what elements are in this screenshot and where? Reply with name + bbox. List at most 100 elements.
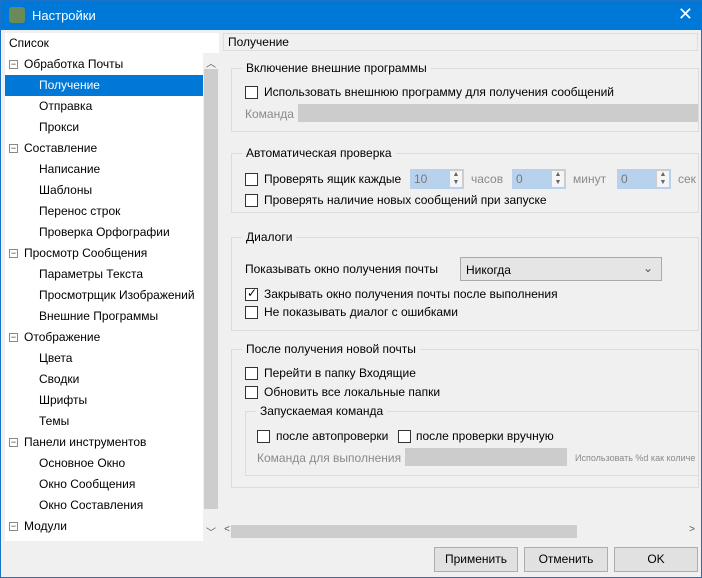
tree-item-label: Цвета [39, 351, 73, 365]
tree-item-label: Отображение [24, 330, 101, 344]
tree-item[interactable]: Сводки [5, 369, 203, 390]
tree-item[interactable]: Отправка [5, 96, 203, 117]
group-title: После получения новой почты [242, 342, 420, 356]
scroll-down-icon[interactable]: ﹀ [203, 524, 219, 539]
tree-item-label: Панели инструментов [24, 435, 147, 449]
tree-item-label: Окно Составления [39, 498, 144, 512]
collapse-icon[interactable]: − [9, 333, 18, 342]
hours-spinbox[interactable]: 10 ▲ ▼ [410, 169, 464, 189]
scroll-right-icon[interactable]: > [684, 524, 700, 535]
minutes-label: минут [573, 172, 607, 186]
tree-item[interactable]: Перенос строк [5, 201, 203, 222]
group-title: Включение внешние программы [242, 61, 431, 75]
spin-arrows-icon[interactable]: ▲ ▼ [551, 170, 565, 188]
tree-item[interactable]: Окно Сообщения [5, 474, 203, 495]
tree-item-label: Прокси [39, 120, 80, 134]
tree-item-label: Обработка Почты [24, 57, 124, 71]
check-on-start-label: Проверять наличие новых сообщений при за… [264, 193, 547, 207]
close-button[interactable]: ✕ [678, 4, 693, 25]
run-command-hint: Использовать %d как количе [575, 453, 696, 463]
ok-button[interactable]: OK [614, 547, 698, 572]
apply-button[interactable]: Применить [434, 547, 518, 572]
tree-item-label: Составление [24, 141, 98, 155]
collapse-icon[interactable]: − [9, 438, 18, 447]
tree-group[interactable]: − Панели инструментов [5, 432, 203, 453]
tree-item-label: Получение [39, 78, 100, 92]
after-auto-checkbox[interactable] [257, 430, 270, 443]
external-programs-group: Включение внешние программы [231, 61, 699, 132]
tree-item-label: Написание [39, 162, 101, 176]
tree-item-label: Модули [24, 519, 67, 533]
run-command-input[interactable] [405, 448, 567, 466]
after-manual-checkbox[interactable] [398, 430, 411, 443]
tree-group[interactable]: − Составление [5, 138, 203, 159]
close-after-label: Закрывать окно получения почты после вып… [264, 287, 558, 301]
collapse-icon[interactable]: − [9, 60, 18, 69]
seconds-label: сек [678, 172, 696, 186]
use-external-checkbox[interactable] [245, 86, 258, 99]
run-command-group: Запускаемая команда [245, 404, 699, 476]
tree-item[interactable]: Получение [5, 75, 203, 96]
tree-header: Список [9, 36, 49, 50]
window-title: Настройки [32, 8, 96, 23]
tree-item[interactable]: Просмотрщик Изображений [5, 285, 203, 306]
horizontal-scrollbar[interactable]: < > [223, 523, 698, 540]
tree-scrollbar[interactable]: ︿ ﹀ [203, 53, 219, 541]
tree-item[interactable]: Написание [5, 159, 203, 180]
tree-item[interactable]: Шаблоны [5, 180, 203, 201]
tree-item[interactable]: Темы [5, 411, 203, 432]
tree-item[interactable]: Параметры Текста [5, 264, 203, 285]
tree-item-label: Шрифты [39, 393, 88, 407]
collapse-icon[interactable]: − [9, 249, 18, 258]
tree-item-label: Окно Сообщения [39, 477, 136, 491]
no-error-dialog-label: Не показывать диалог с ошибками [264, 305, 459, 319]
tree-item-label: Темы [39, 414, 70, 428]
scroll-thumb[interactable] [204, 69, 218, 509]
tree-item[interactable]: Основное Окно [5, 453, 203, 474]
tree-item[interactable]: Шрифты [5, 390, 203, 411]
tree-item-label: Внешние Программы [39, 309, 159, 323]
check-every-checkbox[interactable] [245, 173, 258, 186]
cancel-button[interactable]: Отменить [524, 547, 608, 572]
collapse-icon[interactable]: − [9, 144, 18, 153]
hours-value: 10 [414, 172, 428, 186]
tree-item[interactable]: Проверка Орфографии [5, 222, 203, 243]
tree-group[interactable]: − Модули [5, 516, 203, 537]
settings-tree[interactable]: Список − Обработка Почты Получение Отправка… [5, 33, 219, 541]
scroll-thumb[interactable] [231, 525, 577, 538]
after-manual-label: после проверки вручную [416, 429, 554, 443]
tree-group[interactable]: − Обработка Почты [5, 54, 203, 75]
spin-arrows-icon[interactable]: ▲ ▼ [449, 170, 463, 188]
show-window-select[interactable]: Никогда ⌄ [460, 257, 662, 281]
no-error-dialog-checkbox[interactable] [245, 306, 258, 319]
minutes-value: 0 [516, 172, 523, 186]
close-after-checkbox[interactable] [245, 286, 258, 301]
use-external-label: Использовать внешнюю программу для получ… [264, 85, 614, 99]
tree-group[interactable]: − Отображение [5, 327, 203, 348]
chevron-down-icon: ⌄ [642, 261, 653, 275]
run-command-label: Команда для выполнения [257, 451, 402, 465]
tree-item[interactable]: Внешние Программы [5, 306, 203, 327]
minutes-spinbox[interactable]: 0 ▲ ▼ [512, 169, 566, 189]
tree-item-label: Сводки [39, 372, 80, 386]
command-input[interactable] [298, 104, 698, 122]
tree-item[interactable]: Прокси [5, 117, 203, 138]
go-inbox-checkbox[interactable] [245, 367, 258, 380]
tree-group[interactable]: − Просмотр Сообщения [5, 243, 203, 264]
tree-item[interactable]: Окно Составления [5, 495, 203, 516]
update-local-checkbox[interactable] [245, 386, 258, 399]
tree-item-label: Проверка Орфографии [39, 225, 170, 239]
command-label: Команда [245, 107, 294, 121]
collapse-icon[interactable]: − [9, 522, 18, 531]
spin-arrows-icon[interactable]: ▲ ▼ [656, 170, 670, 188]
check-on-start-checkbox[interactable] [245, 194, 258, 207]
page-title: Получение [223, 33, 698, 51]
tree-item-label: Перенос строк [39, 204, 121, 218]
seconds-spinbox[interactable]: 0 ▲ ▼ [617, 169, 671, 189]
title-bar: Настройки ✕ [1, 1, 702, 30]
app-icon [9, 7, 25, 23]
scroll-up-icon[interactable]: ︿ [203, 55, 219, 70]
seconds-value: 0 [621, 172, 628, 186]
group-title: Автоматическая проверка [242, 146, 396, 160]
tree-item[interactable]: Цвета [5, 348, 203, 369]
